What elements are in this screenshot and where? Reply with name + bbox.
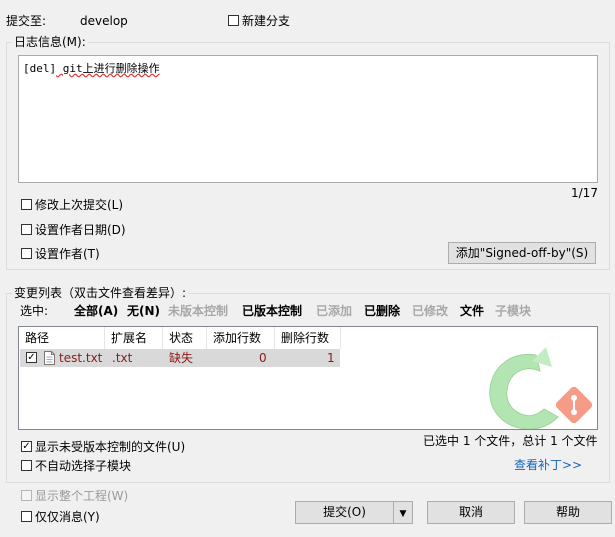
changes-group-label: 变更列表（双击文件查看差异）: xyxy=(12,286,189,300)
show-whole-project-checkbox[interactable] xyxy=(21,490,32,501)
filter-deleted[interactable]: 已删除 xyxy=(364,302,400,319)
amend-checkbox[interactable] xyxy=(21,199,32,210)
new-branch-checkbox[interactable] xyxy=(228,15,239,26)
filter-added[interactable]: 已添加 xyxy=(316,302,352,319)
filter-versioned[interactable]: 已版本控制 xyxy=(242,302,302,319)
commit-branch-name: develop xyxy=(80,14,128,28)
cancel-button[interactable]: 取消 xyxy=(427,501,515,524)
row-lines-deleted: 1 xyxy=(327,351,335,365)
row-path: test.txt xyxy=(59,351,103,365)
show-unversioned-label[interactable]: 显示未受版本控制的文件(U) xyxy=(35,440,185,454)
chevron-down-icon: ▼ xyxy=(399,509,407,519)
new-branch-label[interactable]: 新建分支 xyxy=(242,14,290,28)
tortoisegit-logo-icon xyxy=(489,347,593,429)
add-signed-off-by-button[interactable]: 添加"Signed-off-by"(S) xyxy=(448,242,596,264)
no-auto-submodule-label[interactable]: 不自动选择子模块 xyxy=(35,459,131,473)
row-checkbox[interactable] xyxy=(26,352,37,363)
column-header-status[interactable]: 状态 xyxy=(163,327,207,349)
commit-message-text: [del] git上进行删除操作 xyxy=(23,60,160,76)
message-body: git上进行删除操作 xyxy=(56,62,160,75)
message-only-checkbox[interactable] xyxy=(21,511,32,522)
table-row[interactable]: test.txt .txt 缺失 0 1 xyxy=(20,349,340,367)
row-status: 缺失 xyxy=(169,351,194,365)
column-header-lines-added[interactable]: 添加行数 xyxy=(207,327,275,349)
column-header-extension[interactable]: 扩展名 xyxy=(105,327,163,349)
filter-unversioned[interactable]: 未版本控制 xyxy=(168,302,228,319)
column-header-lines-deleted[interactable]: 删除行数 xyxy=(275,327,341,349)
show-unversioned-checkbox[interactable] xyxy=(21,441,32,452)
commit-message-editor[interactable]: [del] git上进行删除操作 xyxy=(18,55,598,183)
set-author-checkbox[interactable] xyxy=(21,248,32,259)
filter-submodules[interactable]: 子模块 xyxy=(495,302,531,319)
commit-button-label: 提交(O) xyxy=(323,505,366,519)
view-patch-link[interactable]: 查看补丁>> xyxy=(514,458,582,472)
file-icon xyxy=(44,351,55,365)
row-lines-added: 0 xyxy=(259,351,267,365)
set-author-label[interactable]: 设置作者(T) xyxy=(35,247,100,261)
amend-label[interactable]: 修改上次提交(L) xyxy=(35,198,123,212)
message-tag: [del] xyxy=(23,62,57,75)
no-auto-submodule-checkbox[interactable] xyxy=(21,460,32,471)
changes-file-list[interactable]: 路径 扩展名 状态 添加行数 删除行数 test.txt .txt 缺失 0 1 xyxy=(18,326,598,430)
filter-all[interactable]: 全部(A) xyxy=(74,302,118,319)
commit-to-label: 提交至: xyxy=(6,14,47,28)
select-label: 选中: xyxy=(20,304,49,318)
help-button[interactable]: 帮助 xyxy=(524,501,612,524)
commit-button[interactable]: 提交(O) xyxy=(295,501,394,524)
filter-files[interactable]: 文件 xyxy=(460,302,484,319)
row-extension: .txt xyxy=(112,351,133,365)
log-message-label: 日志信息(M): xyxy=(12,35,88,49)
set-author-date-label[interactable]: 设置作者日期(D) xyxy=(35,223,126,237)
commit-dropdown-button[interactable]: ▼ xyxy=(393,501,413,524)
set-author-date-checkbox[interactable] xyxy=(21,224,32,235)
show-whole-project-label: 显示整个工程(W) xyxy=(35,489,129,503)
message-only-label[interactable]: 仅仅消息(Y) xyxy=(35,510,100,524)
selection-summary: 已选中 1 个文件，总计 1 个文件 xyxy=(423,434,598,448)
column-header-path[interactable]: 路径 xyxy=(19,327,105,349)
line-counter: 1/17 xyxy=(571,186,598,200)
filter-modified[interactable]: 已修改 xyxy=(412,302,448,319)
filter-none[interactable]: 无(N) xyxy=(127,302,160,319)
